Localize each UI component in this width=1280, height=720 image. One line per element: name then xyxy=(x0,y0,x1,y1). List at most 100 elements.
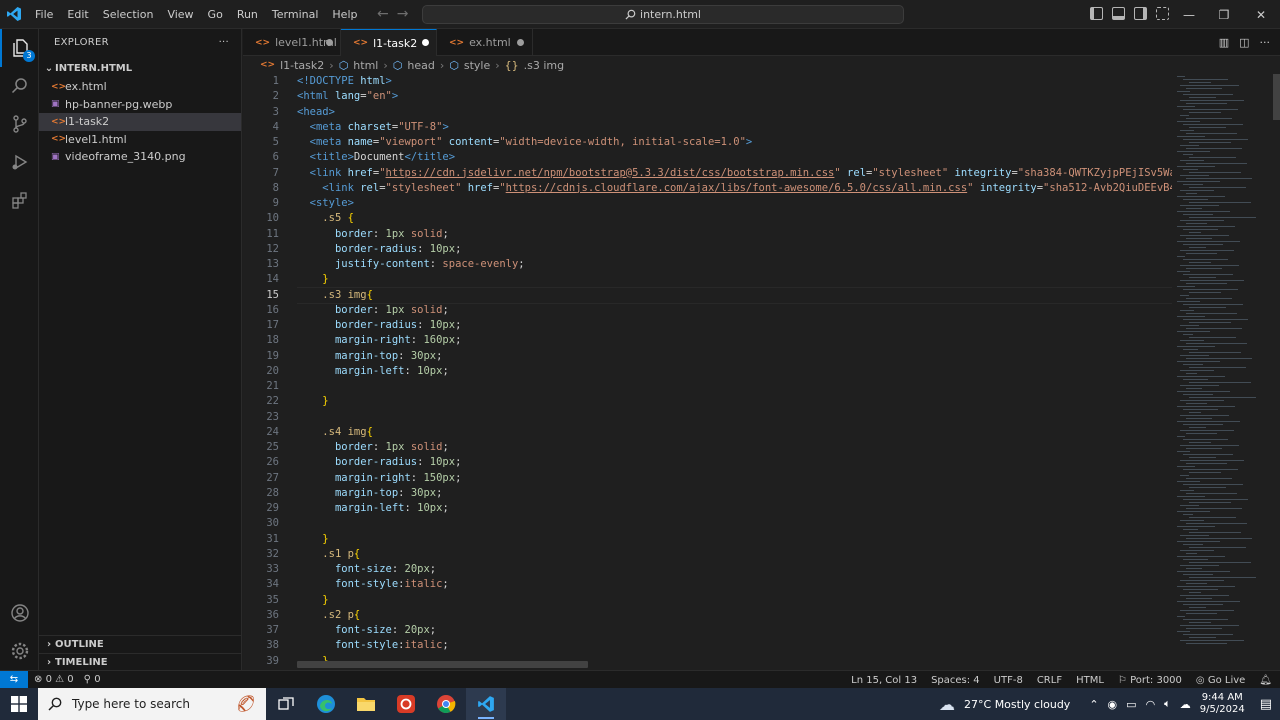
problems-indicator[interactable]: ⊗ 0 ⚠ 0 xyxy=(34,674,74,685)
tab-l1-task2[interactable]: <> l1-task2 xyxy=(341,29,437,56)
back-arrow-icon[interactable]: ← xyxy=(377,6,389,22)
editor-tabs: <> level1.html <> l1-task2 <> ex.html ▥ … xyxy=(243,29,1280,56)
minimap-line xyxy=(1186,163,1247,164)
remote-indicator-icon[interactable]: ⇆ xyxy=(0,670,28,689)
show-hidden-icons-icon[interactable]: ⌃ xyxy=(1089,698,1098,711)
menu-terminal[interactable]: Terminal xyxy=(265,0,326,29)
file-name: l1-task2 xyxy=(65,115,110,129)
customize-layout-icon[interactable] xyxy=(1156,7,1169,20)
notifications-bell-icon[interactable]: 🔔︎ xyxy=(1259,675,1272,686)
minimap-line xyxy=(1180,460,1244,461)
more-actions-icon[interactable]: ··· xyxy=(1260,36,1271,49)
taskbar-search[interactable]: Type here to search 🏈︎ xyxy=(38,688,266,720)
menu-view[interactable]: View xyxy=(160,0,200,29)
line-number: 34 xyxy=(266,578,279,591)
tab-ex[interactable]: <> ex.html xyxy=(437,29,533,56)
toggle-primary-sidebar-icon[interactable] xyxy=(1090,7,1103,20)
minimap-line xyxy=(1183,244,1223,245)
minimap-line xyxy=(1186,358,1252,359)
breadcrumb-head[interactable]: head xyxy=(407,59,434,72)
breadcrumb-html[interactable]: html xyxy=(353,59,378,72)
minimap-line xyxy=(1180,145,1199,146)
toggle-panel-icon[interactable] xyxy=(1112,7,1125,20)
minimap-line xyxy=(1177,211,1230,212)
minimap-line xyxy=(1186,178,1252,179)
ports-indicator[interactable]: ⚲ 0 xyxy=(84,674,101,685)
explorer-icon[interactable]: 3 xyxy=(0,29,39,67)
status-right: Ln 15, Col 13 Spaces: 4 UTF-8 CRLF HTML … xyxy=(851,671,1272,689)
horizontal-scrollbar[interactable] xyxy=(297,661,588,668)
vertical-scrollbar[interactable] xyxy=(1273,74,1280,120)
weather-text[interactable]: 27°C Mostly cloudy xyxy=(964,698,1070,711)
breadcrumb-file[interactable]: l1-task2 xyxy=(280,59,324,72)
search-icon[interactable] xyxy=(0,67,39,105)
minimize-button[interactable]: — xyxy=(1172,0,1206,29)
open-preview-icon[interactable]: ▥ xyxy=(1219,36,1229,49)
language-mode[interactable]: HTML xyxy=(1076,675,1104,686)
tab-level1[interactable]: <> level1.html xyxy=(243,29,341,56)
file-item[interactable]: ▣ videoframe_3140.png xyxy=(39,148,241,166)
unsaved-dot-icon[interactable] xyxy=(326,39,333,46)
breadcrumb-selector[interactable]: .s3 img xyxy=(524,59,564,72)
toggle-secondary-sidebar-icon[interactable] xyxy=(1134,7,1147,20)
onedrive-icon[interactable]: ☁ xyxy=(1180,698,1191,711)
file-item[interactable]: <> ex.html xyxy=(39,78,241,96)
warning-icon: ⚠ xyxy=(55,674,65,685)
edge-browser-icon[interactable] xyxy=(306,688,346,720)
source-control-icon[interactable] xyxy=(0,105,39,143)
port-indicator[interactable]: ⚐ Port: 3000 xyxy=(1118,675,1182,686)
timeline-section[interactable]: › TIMELINE xyxy=(39,653,242,671)
menu-selection[interactable]: Selection xyxy=(96,0,161,29)
notification-center-icon[interactable]: ▤ xyxy=(1260,697,1272,712)
meet-now-icon[interactable]: ◉ xyxy=(1108,698,1118,711)
unsaved-dot-icon[interactable] xyxy=(517,39,524,46)
account-icon[interactable] xyxy=(0,594,39,632)
command-center-search[interactable]: intern.html xyxy=(422,5,904,24)
encoding[interactable]: UTF-8 xyxy=(994,675,1023,686)
forward-arrow-icon[interactable]: → xyxy=(397,6,409,22)
cursor-position[interactable]: Ln 15, Col 13 xyxy=(851,675,917,686)
code-content[interactable]: <!DOCTYPE html> <html lang="en"> <head> … xyxy=(297,74,1172,669)
file-item-selected[interactable]: <> l1-task2 xyxy=(39,113,241,131)
chevron-right-icon: › xyxy=(46,639,52,650)
minimap[interactable] xyxy=(1173,74,1269,670)
file-explorer-icon[interactable] xyxy=(346,688,386,720)
recorder-app-icon[interactable] xyxy=(386,688,426,720)
file-item[interactable]: ▣ hp-banner-pg.webp xyxy=(39,96,241,114)
run-debug-icon[interactable] xyxy=(0,143,39,181)
manage-gear-icon[interactable] xyxy=(0,632,39,670)
taskbar-clock[interactable]: 9:44 AM 9/5/2024 xyxy=(1200,692,1245,716)
menu-run[interactable]: Run xyxy=(230,0,265,29)
close-window-button[interactable]: ✕ xyxy=(1244,0,1278,29)
wifi-icon[interactable]: ◠ xyxy=(1146,698,1156,711)
go-live-button[interactable]: ◎ Go Live xyxy=(1196,675,1245,686)
menu-help[interactable]: Help xyxy=(325,0,364,29)
extensions-icon[interactable] xyxy=(0,181,39,219)
menu-edit[interactable]: Edit xyxy=(60,0,95,29)
minimap-line xyxy=(1177,76,1185,77)
battery-icon[interactable]: ▭ xyxy=(1126,698,1136,711)
vscode-taskbar-icon[interactable] xyxy=(466,688,506,720)
more-actions-icon[interactable]: ··· xyxy=(219,37,229,48)
menu-file[interactable]: File xyxy=(28,0,60,29)
warning-count: 0 xyxy=(67,674,74,685)
end-of-line[interactable]: CRLF xyxy=(1037,675,1062,686)
code-line: <html lang="en"> xyxy=(297,90,399,103)
chrome-browser-icon[interactable] xyxy=(426,688,466,720)
split-editor-icon[interactable]: ◫ xyxy=(1239,36,1249,49)
workspace-folder[interactable]: ⌄ INTERN.HTML xyxy=(39,58,241,78)
minimap-line xyxy=(1177,586,1235,587)
task-view-icon[interactable] xyxy=(266,688,306,720)
breadcrumb-style[interactable]: style xyxy=(464,59,490,72)
maximize-button[interactable]: ❐ xyxy=(1207,0,1241,29)
indentation[interactable]: Spaces: 4 xyxy=(931,675,980,686)
unsaved-dot-icon[interactable] xyxy=(422,39,429,46)
code-editor[interactable]: 1 2 3 4 5 6 7 8 9 10 11 12 13 14 15 16 17 18 19 20 21 22 23 24 2… xyxy=(243,74,1280,670)
outline-section[interactable]: › OUTLINE xyxy=(39,635,242,653)
file-item[interactable]: <> level1.html xyxy=(39,131,241,149)
menu-go[interactable]: Go xyxy=(201,0,230,29)
code-line: border: 1px solid; xyxy=(334,227,449,240)
volume-icon[interactable]: 🔈︎ xyxy=(1164,697,1171,711)
windows-start-icon[interactable] xyxy=(0,688,38,720)
